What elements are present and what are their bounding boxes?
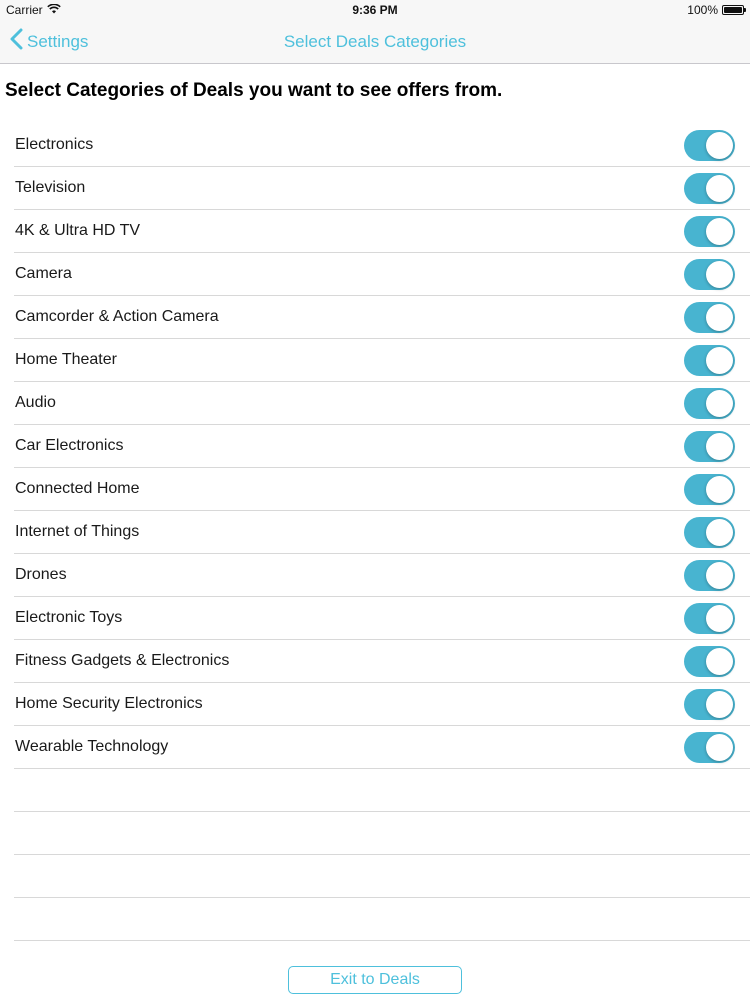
category-label: Television bbox=[15, 179, 86, 196]
category-row: Car Electronics bbox=[14, 425, 750, 468]
battery-percent: 100% bbox=[687, 3, 718, 17]
empty-row bbox=[14, 812, 750, 855]
category-toggle[interactable] bbox=[684, 689, 735, 720]
category-toggle[interactable] bbox=[684, 431, 735, 462]
category-row: Electronic Toys bbox=[14, 597, 750, 640]
category-label: Electronic Toys bbox=[15, 609, 123, 626]
category-label: Internet of Things bbox=[15, 523, 140, 540]
exit-to-deals-button[interactable]: Exit to Deals bbox=[288, 966, 462, 994]
category-toggle[interactable] bbox=[684, 560, 735, 591]
category-toggle[interactable] bbox=[684, 388, 735, 419]
category-toggle[interactable] bbox=[684, 517, 735, 548]
category-row: Home Security Electronics bbox=[14, 683, 750, 726]
category-row: Camera bbox=[14, 253, 750, 296]
category-row: Camcorder & Action Camera bbox=[14, 296, 750, 339]
category-row: Wearable Technology bbox=[14, 726, 750, 769]
empty-row bbox=[14, 898, 750, 941]
category-row: Home Theater bbox=[14, 339, 750, 382]
category-toggle[interactable] bbox=[684, 474, 735, 505]
category-toggle[interactable] bbox=[684, 646, 735, 677]
toggle-knob bbox=[706, 390, 733, 417]
toggle-knob bbox=[706, 562, 733, 589]
empty-row bbox=[14, 769, 750, 812]
instruction-heading: Select Categories of Deals you want to s… bbox=[5, 80, 503, 101]
toggle-knob bbox=[706, 304, 733, 331]
toggle-knob bbox=[706, 734, 733, 761]
category-row: 4K & Ultra HD TV bbox=[14, 210, 750, 253]
toggle-knob bbox=[706, 218, 733, 245]
toggle-knob bbox=[706, 605, 733, 632]
category-toggle[interactable] bbox=[684, 173, 735, 204]
toggle-knob bbox=[706, 648, 733, 675]
category-row: Drones bbox=[14, 554, 750, 597]
category-label: Home Security Electronics bbox=[15, 695, 203, 712]
page-title: Select Deals Categories bbox=[283, 32, 467, 51]
navigation-bar: Settings Select Deals Categories bbox=[0, 20, 750, 64]
category-toggle[interactable] bbox=[684, 259, 735, 290]
category-row: Connected Home bbox=[14, 468, 750, 511]
toggle-knob bbox=[706, 476, 733, 503]
category-row: Internet of Things bbox=[14, 511, 750, 554]
status-time: 9:36 PM bbox=[352, 3, 398, 17]
category-label: Fitness Gadgets & Electronics bbox=[15, 652, 230, 669]
category-label: Audio bbox=[15, 394, 56, 411]
toggle-knob bbox=[706, 175, 733, 202]
status-bar: Carrier 9:36 PM 100% bbox=[0, 0, 750, 20]
empty-row bbox=[14, 855, 750, 898]
category-label: Connected Home bbox=[15, 480, 140, 497]
category-row: Electronics bbox=[14, 124, 750, 167]
toggle-knob bbox=[706, 433, 733, 460]
category-toggle[interactable] bbox=[684, 603, 735, 634]
category-label: 4K & Ultra HD TV bbox=[15, 222, 141, 239]
battery-fill bbox=[724, 7, 742, 13]
toggle-knob bbox=[706, 347, 733, 374]
category-toggle[interactable] bbox=[684, 216, 735, 247]
category-label: Home Theater bbox=[15, 351, 117, 368]
category-label: Camcorder & Action Camera bbox=[15, 308, 219, 325]
toggle-knob bbox=[706, 519, 733, 546]
category-row: Television bbox=[14, 167, 750, 210]
category-row: Fitness Gadgets & Electronics bbox=[14, 640, 750, 683]
category-toggle[interactable] bbox=[684, 732, 735, 763]
category-label: Drones bbox=[15, 566, 67, 583]
category-label: Car Electronics bbox=[15, 437, 124, 454]
battery-group: 100% bbox=[687, 3, 746, 17]
category-toggle[interactable] bbox=[684, 302, 735, 333]
category-label: Wearable Technology bbox=[15, 738, 169, 755]
category-label: Electronics bbox=[15, 136, 94, 153]
category-toggle[interactable] bbox=[684, 345, 735, 376]
toggle-knob bbox=[706, 261, 733, 288]
category-label: Camera bbox=[15, 265, 72, 282]
toggle-knob bbox=[706, 691, 733, 718]
category-list: Electronics Television 4K & Ultra HD TV Cam… bbox=[14, 124, 750, 941]
battery-icon bbox=[722, 5, 746, 15]
toggle-knob bbox=[706, 132, 733, 159]
category-row: Audio bbox=[14, 382, 750, 425]
category-toggle[interactable] bbox=[684, 130, 735, 161]
